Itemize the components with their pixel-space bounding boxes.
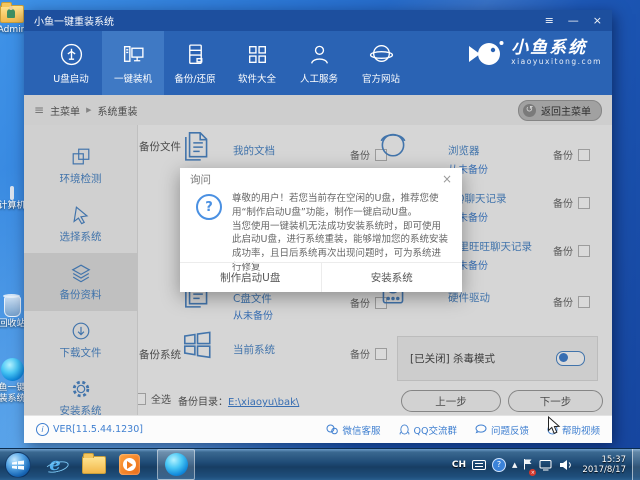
network-icon[interactable] — [539, 459, 553, 471]
wechat-service-link[interactable]: 微信客服 — [326, 423, 380, 437]
nav-human-service[interactable]: 人工服务 — [288, 31, 350, 95]
make-boot-usb-button[interactable]: 制作启动U盘 — [180, 263, 322, 292]
nav-label: 官方网站 — [362, 71, 400, 85]
taskbar: e CH ? ▲ × 15:37 2017/8/17 — [0, 448, 640, 480]
media-player-icon — [119, 454, 140, 475]
dialog-title: 询问 — [190, 172, 211, 187]
usb-icon — [59, 42, 84, 67]
fish-icon — [468, 38, 504, 68]
person-icon — [307, 42, 332, 67]
install-system-button[interactable]: 安装系统 — [322, 263, 463, 292]
pc-icon — [121, 42, 146, 67]
show-hidden-icons[interactable]: ▲ — [512, 461, 517, 469]
info-icon: i — [36, 423, 49, 436]
version-info: i VER[11.5.44.1230] — [36, 423, 143, 436]
nav-one-key-install[interactable]: 一键装机 — [102, 31, 164, 95]
globe-icon — [369, 42, 394, 67]
tray-clock[interactable]: 15:37 2017/8/17 — [582, 455, 626, 475]
nav-label: 软件大全 — [238, 71, 276, 85]
window-title: 小鱼一键重装系统 — [34, 13, 114, 28]
flag-error-badge: × — [529, 469, 536, 476]
dialog-close-icon[interactable]: × — [442, 172, 452, 186]
desktop-icon-label: 回收站 — [0, 319, 26, 329]
taskbar-media-button[interactable] — [114, 449, 144, 480]
brand-logo: 小鱼系统 xiaoyuxitong.com — [468, 38, 602, 68]
language-indicator[interactable]: CH — [452, 460, 466, 470]
close-icon[interactable]: × — [593, 14, 602, 27]
nav-label: 一键装机 — [114, 71, 152, 85]
qq-icon — [399, 424, 410, 435]
taskbar-explorer-button[interactable] — [79, 449, 109, 480]
dialog-text-1: 尊敬的用户！若您当前存在空闲的U盘，推荐您使用“制作启动U盘”功能，制作一键启动… — [232, 192, 448, 220]
window-titlebar[interactable]: 小鱼一键重装系统 ≡ — × — [24, 10, 612, 31]
speaker-icon[interactable] — [559, 459, 572, 471]
show-desktop-button[interactable] — [632, 449, 640, 480]
qq-group-link[interactable]: QQ交流群 — [399, 423, 457, 437]
question-dialog: 询问 × ? 尊敬的用户！若您当前存在空闲的U盘，推荐您使用“制作启动U盘”功能… — [180, 168, 462, 292]
desktop-icon-label: Admin — [0, 25, 26, 35]
nav-label: 备份/还原 — [174, 71, 215, 85]
desktop-icon-label: 计算机 — [0, 201, 26, 211]
taskbar-ie-button[interactable]: e — [40, 449, 70, 480]
server-icon — [183, 42, 208, 67]
menu-icon[interactable]: ≡ — [545, 14, 554, 27]
window-footer: i VER[11.5.44.1230] 微信客服 QQ交流群 问题反馈 帮助视频 — [24, 415, 612, 443]
app-window: 小鱼一键重装系统 ≡ — × U盘启动 一键装机 备份/还原 软件大全 人工服务 — [24, 10, 612, 443]
tray-help-icon[interactable]: ? — [492, 458, 506, 472]
mouse-cursor — [547, 416, 561, 436]
wechat-icon — [326, 424, 338, 435]
question-icon: ? — [196, 194, 222, 220]
nav-usb-boot[interactable]: U盘启动 — [40, 31, 102, 95]
taskbar-edge-button[interactable] — [157, 449, 195, 480]
brand-name: 小鱼系统 — [511, 40, 602, 57]
keyboard-icon[interactable] — [472, 460, 486, 470]
feedback-bubble-icon — [475, 424, 487, 435]
grid-icon — [245, 42, 270, 67]
system-tray: CH ? ▲ × 15:37 2017/8/17 — [452, 449, 626, 480]
minimize-icon[interactable]: — — [568, 14, 579, 27]
nav-backup-restore[interactable]: 备份/还原 — [164, 31, 226, 95]
action-center-flag-icon[interactable]: × — [523, 455, 533, 474]
internet-explorer-icon: e — [49, 456, 60, 474]
folder-icon — [82, 456, 106, 474]
feedback-link[interactable]: 问题反馈 — [475, 423, 529, 437]
start-button[interactable] — [5, 452, 31, 478]
nav-label: U盘启动 — [53, 71, 88, 85]
nav-label: 人工服务 — [300, 71, 338, 85]
edge-browser-icon — [165, 453, 188, 476]
nav-official-site[interactable]: 官方网站 — [350, 31, 412, 95]
nav-software[interactable]: 软件大全 — [226, 31, 288, 95]
brand-site: xiaoyuxitong.com — [511, 57, 602, 66]
windows-start-icon — [12, 460, 24, 470]
